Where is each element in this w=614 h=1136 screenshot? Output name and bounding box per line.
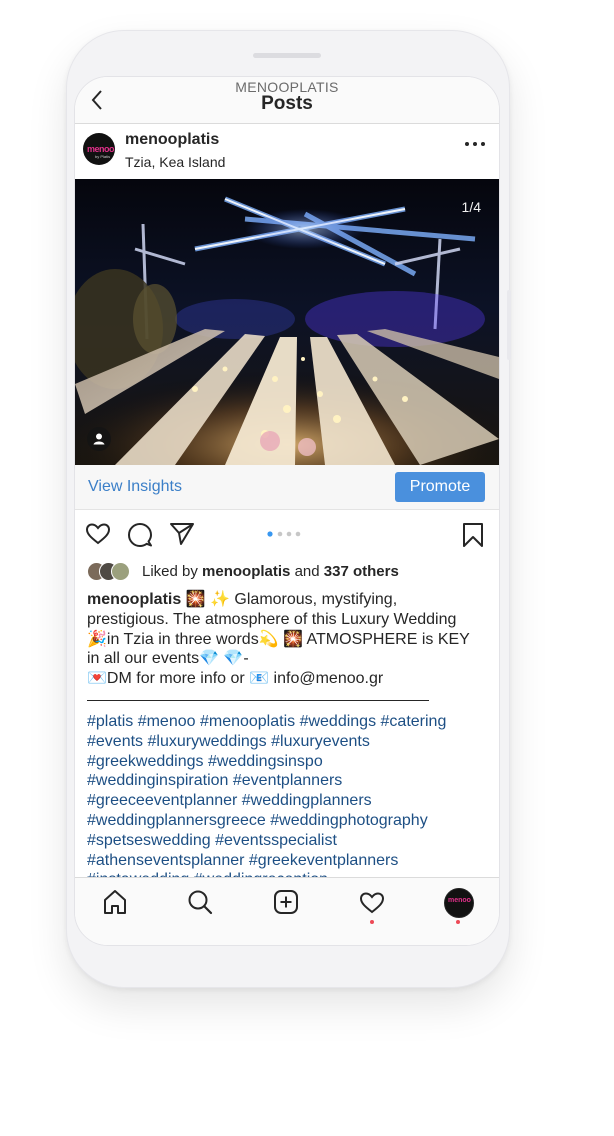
bottom-navigation: menoo xyxy=(75,877,499,945)
caption-line: 🎉in Tzia in three words💫 🎇 ATMOSPHERE is… xyxy=(87,630,470,648)
likes-count[interactable]: 337 others xyxy=(324,563,399,580)
bookmark-icon[interactable] xyxy=(461,522,485,548)
hashtag-line[interactable]: #spetseswedding #eventsspecialist xyxy=(87,831,492,851)
caption-divider xyxy=(87,700,429,701)
page-title: Posts xyxy=(261,93,313,114)
likes-row[interactable]: Liked by menooplatis and 337 others xyxy=(87,561,497,583)
caption-line: 💌DM for more info or 📧 info@menoo.gr xyxy=(87,670,384,688)
hashtag-line[interactable]: #platis #menoo #menooplatis #weddings #c… xyxy=(87,712,492,732)
comment-icon[interactable] xyxy=(127,522,153,548)
hashtag-line[interactable]: #athenseventsplanner #greekeventplanners xyxy=(87,851,492,871)
hashtag-line[interactable]: #weddinginspiration #eventplanners xyxy=(87,771,492,791)
share-icon[interactable] xyxy=(169,522,195,546)
phone-speaker xyxy=(253,53,321,58)
post-location[interactable]: Tzia, Kea Island xyxy=(125,154,225,170)
search-icon[interactable] xyxy=(186,888,214,916)
liked-by-user[interactable]: menooplatis xyxy=(202,563,290,580)
caption-line: in all our events💎 💎- xyxy=(87,650,249,668)
new-post-icon[interactable] xyxy=(272,888,300,916)
post-username[interactable]: menooplatis xyxy=(125,131,219,149)
liker-avatar xyxy=(111,562,130,581)
screen: MENOOPLATIS Posts menoo by Platis menoop… xyxy=(74,76,500,946)
post-caption: menooplatis 🎇 ✨ Glamorous, mystifying, p… xyxy=(87,590,489,689)
avatar-logo-text: menoo xyxy=(87,144,115,154)
hashtag-line[interactable]: #weddingplannersgreece #weddingphotograp… xyxy=(87,811,492,831)
action-row xyxy=(75,509,499,559)
hashtag-line[interactable]: #greekweddings #weddingsinspo xyxy=(87,752,492,772)
top-bar: MENOOPLATIS Posts xyxy=(75,77,499,124)
image-counter: 1/4 xyxy=(461,199,481,215)
post-image[interactable]: 1/4 xyxy=(75,179,499,465)
tagged-people-icon[interactable] xyxy=(87,427,111,451)
activity-heart-icon[interactable] xyxy=(358,888,386,916)
heart-icon[interactable] xyxy=(85,522,111,546)
profile-avatar[interactable]: menoo by Platis xyxy=(83,133,115,165)
caption-line: 🎇 ✨ Glamorous, mystifying, xyxy=(185,591,398,608)
activity-notification-dot xyxy=(370,920,374,924)
hashtags: #platis #menoo #menooplatis #weddings #c… xyxy=(87,712,492,890)
avatar-logo-subtext: by Platis xyxy=(95,154,111,159)
caption-line: prestigious. The atmosphere of this Luxu… xyxy=(87,610,457,628)
view-insights-link[interactable]: View Insights xyxy=(88,478,182,496)
more-options-icon[interactable] xyxy=(463,139,487,149)
insights-bar: View Insights Promote xyxy=(75,465,499,510)
wedding-venue-photo xyxy=(75,179,499,465)
home-icon[interactable] xyxy=(101,888,129,916)
side-button xyxy=(507,290,511,360)
caption-username[interactable]: menooplatis xyxy=(87,591,181,608)
profile-tab-avatar[interactable]: menoo xyxy=(444,888,474,918)
likes-text: Liked by menooplatis and 337 others xyxy=(142,563,399,580)
profile-notification-dot xyxy=(456,920,460,924)
hashtag-line[interactable]: #greeceeventplanner #weddingplanners xyxy=(87,791,492,811)
post-header: menoo by Platis menooplatis Tzia, Kea Is… xyxy=(75,123,499,179)
promote-button[interactable]: Promote xyxy=(395,472,485,502)
profile-tab-logo-text: menoo xyxy=(448,897,471,904)
carousel-dots-indicator xyxy=(267,531,301,537)
hashtag-line[interactable]: #events #luxuryweddings #luxuryevents xyxy=(87,732,492,752)
